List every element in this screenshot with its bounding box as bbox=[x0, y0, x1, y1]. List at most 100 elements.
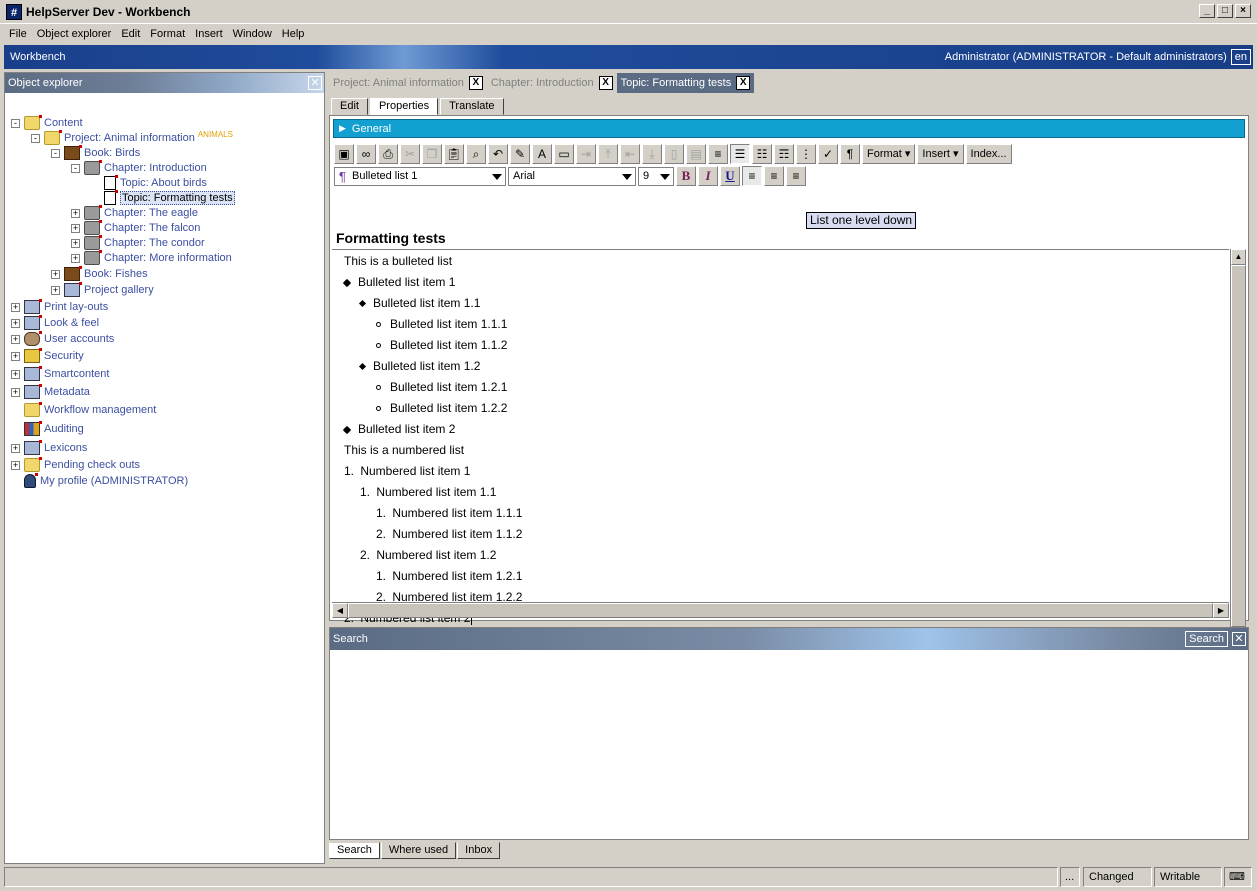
menu-insert[interactable]: Insert bbox=[190, 28, 228, 40]
tab-close-icon[interactable]: X bbox=[598, 76, 613, 90]
index-button[interactable]: Index... bbox=[965, 143, 1012, 164]
align-center-icon[interactable]: ≡ bbox=[764, 166, 784, 186]
underline-button[interactable]: U bbox=[720, 166, 740, 186]
tree-node[interactable]: - Book: Birds bbox=[51, 145, 140, 161]
scroll-thumb[interactable] bbox=[348, 603, 1213, 618]
search-button[interactable]: Search bbox=[1185, 631, 1228, 647]
tree-node[interactable]: + Metadata bbox=[11, 384, 90, 400]
merge-cells-icon[interactable]: ▯ bbox=[664, 143, 684, 164]
expand-icon[interactable]: + bbox=[11, 318, 20, 328]
expand-icon[interactable]: + bbox=[11, 351, 20, 361]
tab-translate[interactable]: Translate bbox=[440, 98, 504, 115]
save-icon[interactable]: ▣ bbox=[334, 143, 354, 164]
tab-properties[interactable]: Properties bbox=[369, 98, 439, 115]
font-select[interactable]: Arial bbox=[508, 166, 636, 186]
menu-help[interactable]: Help bbox=[277, 28, 310, 40]
collapse-icon[interactable]: - bbox=[71, 163, 80, 173]
general-section-toggle[interactable]: ▶ General bbox=[333, 119, 1245, 138]
tab-close-icon[interactable]: X bbox=[468, 76, 483, 90]
insert-column-right-icon[interactable]: ⇤ bbox=[620, 143, 640, 164]
tree-node[interactable]: + User accounts bbox=[11, 331, 114, 347]
tab-where-used[interactable]: Where used bbox=[380, 842, 457, 859]
tree-node[interactable]: Auditing bbox=[11, 421, 84, 437]
insert-row-below-icon[interactable]: ⤓ bbox=[642, 143, 662, 164]
list-indent-icon[interactable]: ⋮ bbox=[796, 143, 816, 164]
document-body[interactable]: This is a bulleted list Bulleted list ite… bbox=[332, 249, 1229, 645]
align-left-icon[interactable]: ≡ bbox=[742, 166, 762, 186]
align-right-icon[interactable]: ≡ bbox=[786, 166, 806, 186]
bold-button[interactable]: B bbox=[676, 166, 696, 186]
tab-edit[interactable]: Edit bbox=[331, 98, 368, 115]
insert-column-icon[interactable]: ⇥ bbox=[576, 143, 596, 164]
spellcheck-icon[interactable]: ✓ bbox=[818, 143, 838, 164]
menu-format[interactable]: Format bbox=[145, 28, 190, 40]
tree-node[interactable]: + Chapter: The eagle bbox=[71, 205, 198, 221]
paste-icon[interactable]: 📋︎ bbox=[444, 143, 464, 164]
split-cells-icon[interactable]: ▤ bbox=[686, 143, 706, 164]
tree-node[interactable]: - Chapter: Introduction bbox=[71, 160, 207, 176]
language-selector[interactable]: en bbox=[1230, 49, 1251, 65]
scroll-up-icon[interactable]: ▲ bbox=[1231, 249, 1246, 265]
expand-icon[interactable]: + bbox=[51, 285, 60, 295]
numbered-list-icon[interactable]: ≡ bbox=[708, 143, 728, 164]
highlight-icon[interactable]: ✎ bbox=[510, 143, 530, 164]
tree-node[interactable]: + Chapter: The condor bbox=[71, 235, 205, 251]
expand-icon[interactable]: + bbox=[11, 443, 20, 453]
tree-node[interactable]: Topic: Formatting tests bbox=[91, 190, 235, 206]
expand-icon[interactable]: + bbox=[71, 238, 80, 248]
list-level-down-icon[interactable]: ☶ bbox=[774, 143, 794, 164]
close-icon[interactable]: ✕ bbox=[1232, 632, 1246, 646]
bulleted-list-icon[interactable]: ☰ bbox=[730, 143, 750, 164]
undo-icon[interactable]: ↶ bbox=[488, 143, 508, 164]
italic-button[interactable]: I bbox=[698, 166, 718, 186]
close-icon[interactable]: ✕ bbox=[308, 76, 322, 90]
size-select[interactable]: 9 bbox=[638, 166, 674, 186]
insert-dropdown[interactable]: Insert ▾ bbox=[917, 143, 964, 164]
tab-search[interactable]: Search bbox=[329, 842, 380, 859]
doc-tab-project[interactable]: Project: Animal information X bbox=[329, 73, 487, 93]
expand-icon[interactable]: + bbox=[11, 387, 20, 397]
menu-edit[interactable]: Edit bbox=[116, 28, 145, 40]
tree-node[interactable]: + Book: Fishes bbox=[51, 266, 148, 282]
tab-close-icon[interactable]: X bbox=[736, 76, 751, 90]
menu-window[interactable]: Window bbox=[228, 28, 277, 40]
list-level-up-icon[interactable]: ☷ bbox=[752, 143, 772, 164]
frame-icon[interactable]: ▭ bbox=[554, 143, 574, 164]
tree-node[interactable]: + Look & feel bbox=[11, 315, 99, 331]
expand-icon[interactable]: + bbox=[11, 334, 20, 344]
status-ellipsis-button[interactable]: ... bbox=[1060, 867, 1080, 887]
doc-tab-chapter[interactable]: Chapter: Introduction X bbox=[487, 73, 617, 93]
expand-icon[interactable]: + bbox=[51, 269, 60, 279]
scroll-left-icon[interactable]: ◀ bbox=[332, 603, 348, 618]
tree-node[interactable]: + Smartcontent bbox=[11, 366, 109, 382]
menu-file[interactable]: File bbox=[4, 28, 32, 40]
copy-icon[interactable]: ❐ bbox=[422, 143, 442, 164]
tab-inbox[interactable]: Inbox bbox=[457, 842, 501, 859]
cut-icon[interactable]: ✂ bbox=[400, 143, 420, 164]
scroll-thumb[interactable] bbox=[1231, 265, 1246, 627]
tree-node[interactable]: - Project: Animal information ANIMALS bbox=[31, 130, 233, 146]
expand-icon[interactable]: + bbox=[71, 223, 80, 233]
expand-icon[interactable]: + bbox=[11, 302, 20, 312]
find-icon[interactable]: ⌕ bbox=[466, 143, 486, 164]
expand-icon[interactable]: + bbox=[11, 460, 20, 470]
horizontal-scrollbar[interactable]: ◀ ▶ bbox=[332, 602, 1229, 618]
pilcrow-icon[interactable]: ¶ bbox=[840, 143, 860, 164]
text-color-icon[interactable]: A bbox=[532, 143, 552, 164]
insert-row-above-icon[interactable]: ⤒ bbox=[598, 143, 618, 164]
collapse-icon[interactable]: - bbox=[31, 133, 40, 143]
close-window-button[interactable]: × bbox=[1235, 4, 1251, 18]
tree-node[interactable]: + Security bbox=[11, 348, 84, 364]
maximize-button[interactable]: □ bbox=[1217, 4, 1233, 18]
tree-node[interactable]: + Lexicons bbox=[11, 440, 87, 456]
tree-node[interactable]: + Chapter: The falcon bbox=[71, 220, 200, 236]
tree-node[interactable]: Topic: About birds bbox=[91, 175, 207, 191]
doc-tab-topic[interactable]: Topic: Formatting tests X bbox=[616, 73, 755, 93]
tree-node[interactable]: + Pending check outs bbox=[11, 457, 140, 473]
preview-icon[interactable]: ∞ bbox=[356, 143, 376, 164]
expand-icon[interactable]: + bbox=[11, 369, 20, 379]
style-select[interactable]: ¶ Bulleted list 1 bbox=[334, 166, 506, 186]
menu-object-explorer[interactable]: Object explorer bbox=[32, 28, 117, 40]
collapse-icon[interactable]: - bbox=[51, 148, 60, 158]
tree-node[interactable]: My profile (ADMINISTRATOR) bbox=[11, 473, 188, 489]
